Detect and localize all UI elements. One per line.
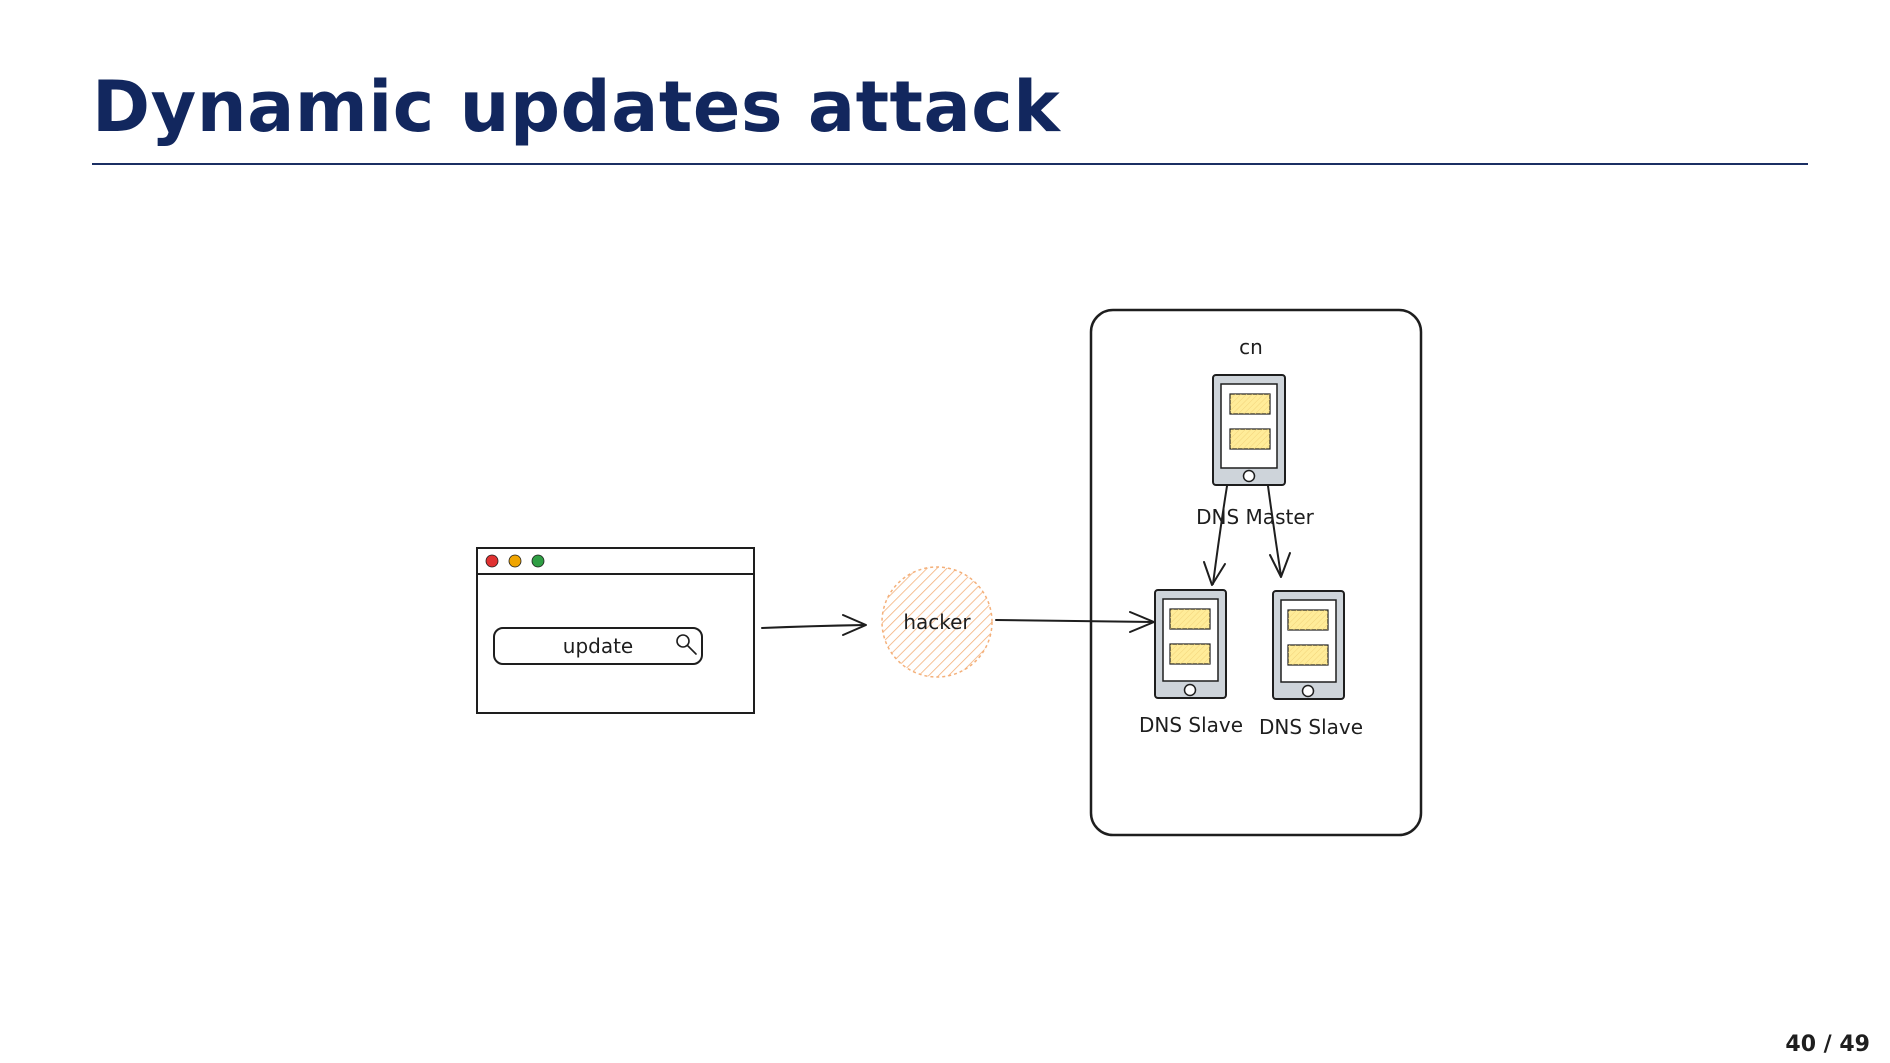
search-box-text: update: [563, 634, 633, 658]
minimize-dot-icon: [508, 554, 522, 568]
hacker-label: hacker: [903, 610, 971, 634]
dns-master-server-icon: [1212, 374, 1286, 486]
hacker-node: hacker: [881, 566, 993, 678]
arrow-master-to-slave-2: [1267, 485, 1291, 578]
dns-slave-server-icon: [1154, 589, 1227, 699]
dns-slave-label: DNS Slave: [1259, 715, 1363, 739]
dns-master-label: DNS Master: [1196, 505, 1314, 529]
maximize-dot-icon: [531, 554, 545, 568]
dns-slave-label: DNS Slave: [1139, 713, 1243, 737]
arrow-master-to-slave-1: [1203, 485, 1228, 586]
zone-label: cn: [1239, 335, 1263, 359]
browser-window: update: [476, 547, 755, 714]
close-dot-icon: [485, 554, 499, 568]
page-number: 40 / 49: [1785, 1032, 1870, 1057]
attack-diagram: update hacker cn DNS Master DNS Slave DN…: [476, 308, 1423, 837]
dns-slave-server-icon: [1272, 590, 1345, 700]
arrow-hacker-to-slave: [995, 611, 1155, 633]
arrow-browser-to-hacker: [761, 614, 867, 636]
